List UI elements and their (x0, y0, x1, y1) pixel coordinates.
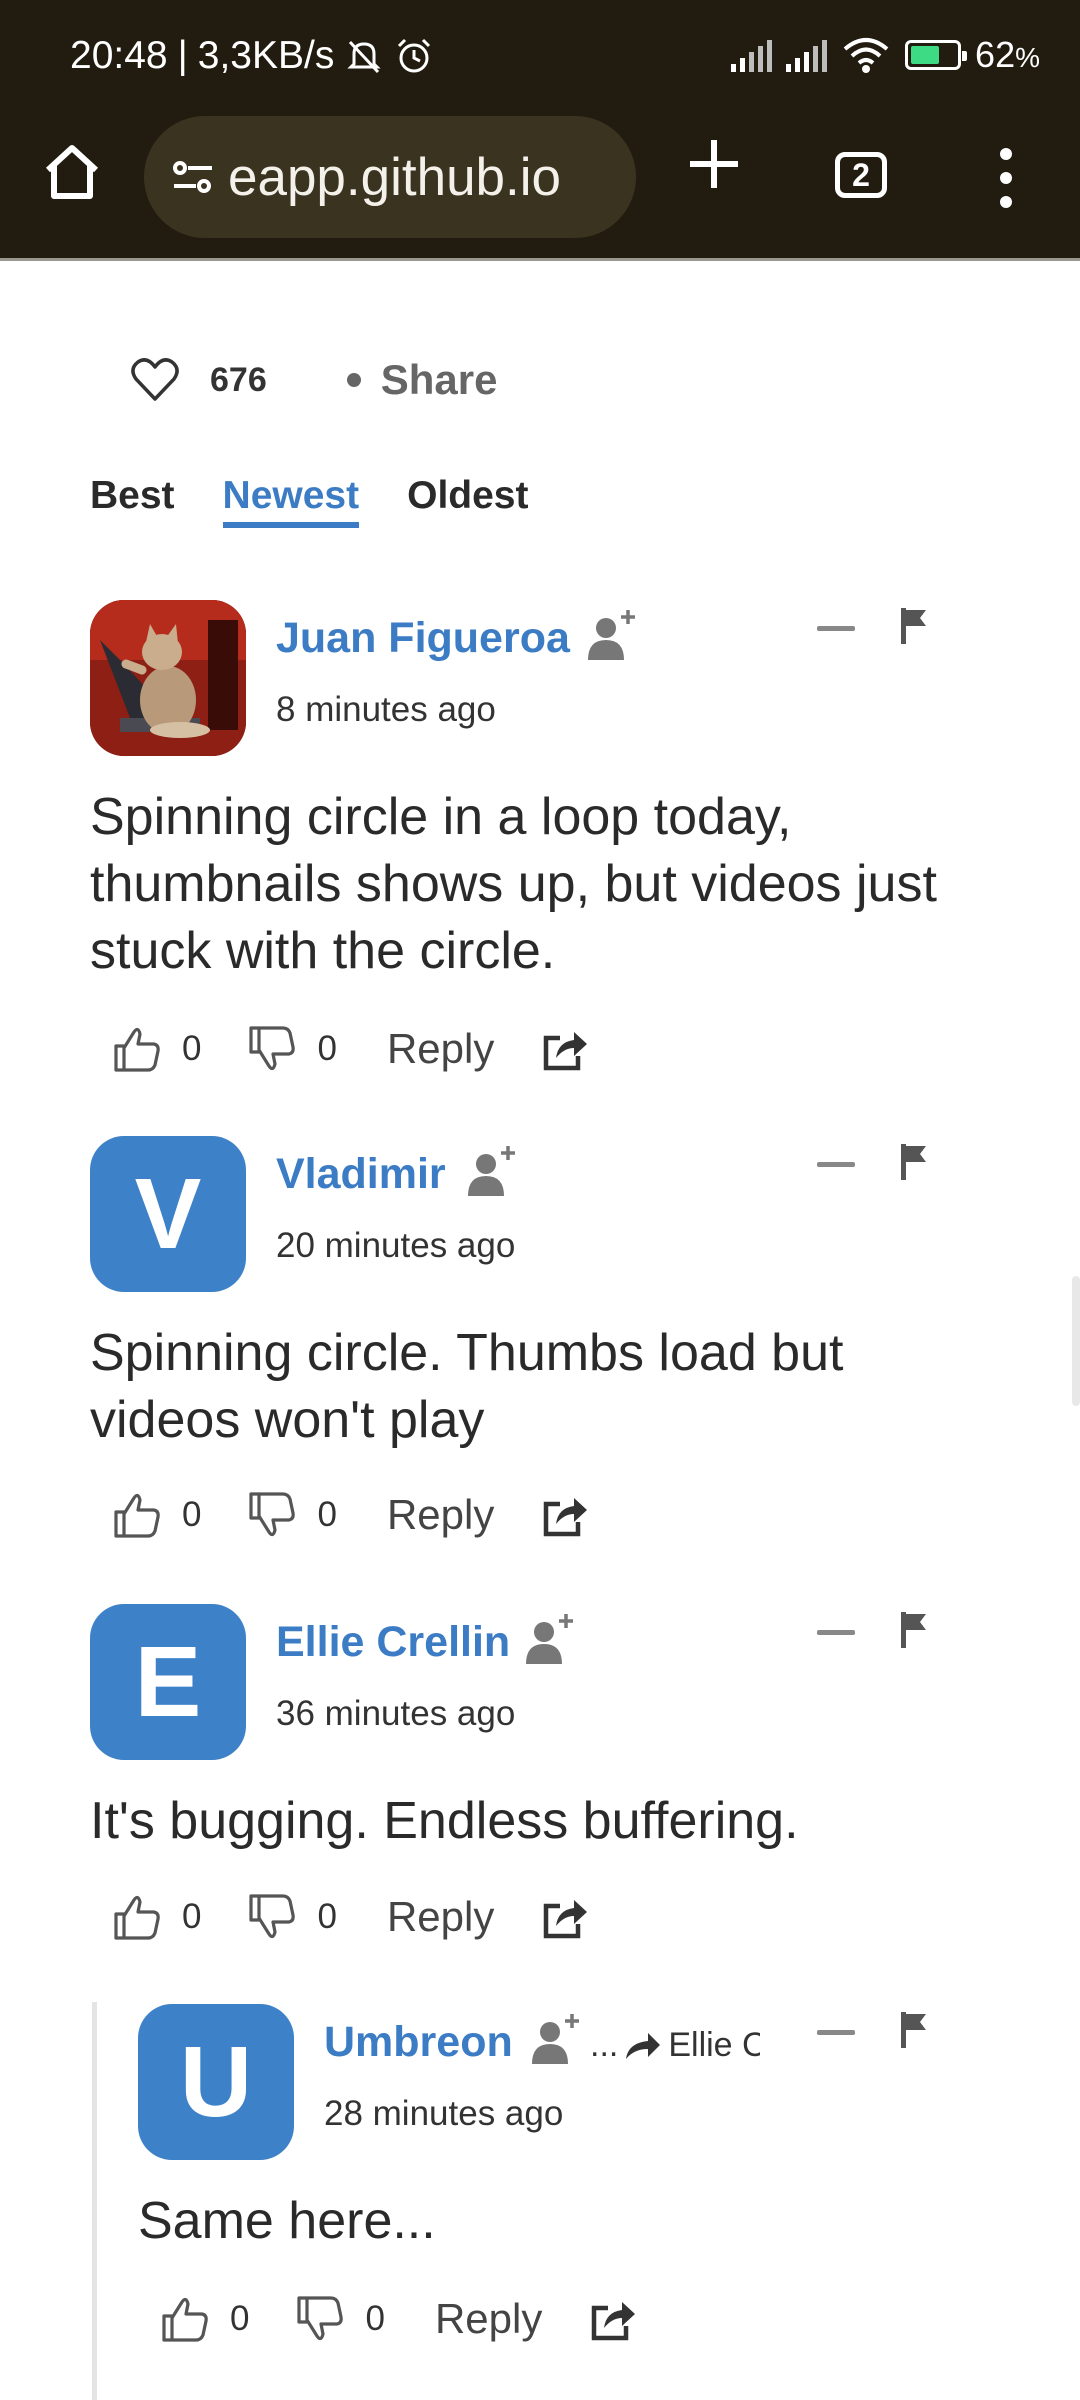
avatar[interactable] (90, 600, 246, 756)
thumbs-down-icon[interactable] (247, 1024, 297, 1074)
thumbs-up-icon[interactable] (112, 1490, 162, 1540)
comment-text: It's bugging. Endless buffering. (90, 1792, 799, 1850)
url-text[interactable]: eapp.github.io (228, 147, 561, 208)
collapse-button[interactable] (817, 626, 855, 631)
comment: V Vladimir 20 minutes ago Spinning circl… (90, 1136, 970, 1556)
signal-icon (731, 38, 773, 72)
comment-actions: 0 0 Reply (112, 1024, 590, 1074)
site-settings-icon[interactable] (168, 152, 218, 202)
comment-time[interactable]: 36 minutes ago (276, 1694, 515, 1734)
thumbs-down-icon[interactable] (295, 2294, 345, 2344)
battery-icon (905, 40, 968, 70)
in-reply-to[interactable]: ... Ellie C (590, 2026, 760, 2065)
avatar[interactable]: E (90, 1604, 246, 1760)
network-speed: 3,3KB/s (197, 34, 335, 77)
flag-icon[interactable] (898, 2010, 930, 2050)
reply-button[interactable]: Reply (387, 1025, 494, 1073)
reply-button[interactable]: Reply (435, 2295, 542, 2343)
reaction-row: 676 Share (130, 356, 497, 404)
bell-muted-icon (347, 40, 381, 74)
status-bar-left: 20:48 | 3,3KB/s (70, 34, 434, 78)
signal-icon (786, 38, 828, 72)
downvote-count: 0 (365, 2299, 385, 2338)
comment-actions: 0 0 Reply (112, 1490, 590, 1540)
flag-icon[interactable] (898, 1610, 930, 1650)
follow-user-icon[interactable] (464, 1142, 520, 1198)
status-bar-right: 62% (731, 34, 1040, 76)
comment-time[interactable]: 20 minutes ago (276, 1226, 515, 1266)
reply-button[interactable]: Reply (387, 1491, 494, 1539)
new-tab-icon[interactable] (682, 132, 746, 196)
upvote-count: 0 (230, 2299, 250, 2338)
comment-actions: 0 0 Reply (160, 2294, 638, 2344)
comment-time[interactable]: 28 minutes ago (324, 2094, 563, 2134)
wifi-icon (843, 38, 889, 73)
upvote-count: 0 (182, 1495, 202, 1534)
status-time: 20:48 (70, 34, 168, 77)
avatar[interactable]: V (90, 1136, 246, 1292)
share-button[interactable]: Share (381, 356, 498, 404)
comment-text: Same here... (138, 2192, 436, 2250)
collapse-button[interactable] (817, 2030, 855, 2035)
downvote-count: 0 (317, 1029, 337, 1068)
sort-tabs: Best Newest Oldest (90, 474, 528, 528)
browser-toolbar: eapp.github.io 2 (0, 112, 1080, 242)
separator-dot (346, 373, 361, 387)
address-bar[interactable]: eapp.github.io (144, 116, 636, 238)
share-icon[interactable] (540, 1492, 590, 1538)
reply-button[interactable]: Reply (387, 1893, 494, 1941)
tab-newest[interactable]: Newest (222, 474, 360, 528)
flag-icon[interactable] (898, 1142, 930, 1182)
alarm-icon (398, 38, 431, 73)
comment-author[interactable]: Juan Figueroa (276, 614, 570, 663)
tab-best[interactable]: Best (90, 474, 175, 528)
in-reply-author: Ellie C (668, 2026, 761, 2064)
share-icon[interactable] (588, 2296, 638, 2342)
thumbs-down-icon[interactable] (247, 1892, 297, 1942)
home-icon[interactable] (40, 140, 104, 204)
comment-author[interactable]: Vladimir (276, 1150, 446, 1199)
comment-actions: 0 0 Reply (112, 1892, 590, 1942)
tab-oldest[interactable]: Oldest (407, 474, 528, 528)
comment-time[interactable]: 8 minutes ago (276, 690, 496, 730)
browser-chrome: 20:48 | 3,3KB/s 62% eapp.github.io 2 (0, 0, 1080, 261)
comment: Juan Figueroa 8 minutes ago Spinning cir… (90, 600, 970, 1072)
upvote-count: 0 (182, 1029, 202, 1068)
comment-text: Spinning circle in a loop today, thumbna… (90, 788, 937, 980)
comment-author[interactable]: Umbreon (324, 2018, 513, 2067)
like-count: 676 (210, 360, 267, 399)
share-icon[interactable] (540, 1026, 590, 1072)
comment-text: Spinning circle. Thumbs load but videos … (90, 1324, 844, 1449)
follow-user-icon[interactable] (584, 606, 640, 662)
thumbs-up-icon[interactable] (112, 1024, 162, 1074)
upvote-count: 0 (182, 1897, 202, 1936)
comment-reply: U Umbreon ... Ellie C 28 minutes ago Sam… (138, 2004, 970, 2400)
in-reply-prefix: ... (590, 2026, 619, 2064)
comment: E Ellie Crellin 36 minutes ago It's bugg… (90, 1604, 970, 1984)
collapse-button[interactable] (817, 1162, 855, 1167)
thumbs-up-icon[interactable] (112, 1892, 162, 1942)
follow-user-icon[interactable] (528, 2010, 584, 2066)
battery-level: 62 (975, 34, 1016, 75)
tab-switcher-button[interactable]: 2 (835, 152, 887, 198)
follow-user-icon[interactable] (522, 1610, 578, 1666)
thumbs-up-icon[interactable] (160, 2294, 210, 2344)
more-menu-icon[interactable] (994, 148, 1018, 208)
flag-icon[interactable] (898, 606, 930, 646)
cat-photo-avatar (90, 600, 246, 756)
comment-author[interactable]: Ellie Crellin (276, 1618, 510, 1667)
thumbs-down-icon[interactable] (247, 1490, 297, 1540)
collapse-button[interactable] (817, 1630, 855, 1635)
scrollbar[interactable] (1072, 1276, 1080, 1406)
reply-arrow-icon (626, 2032, 661, 2059)
downvote-count: 0 (317, 1495, 337, 1534)
reply-thread-line (92, 2002, 97, 2400)
share-icon[interactable] (540, 1894, 590, 1940)
downvote-count: 0 (317, 1897, 337, 1936)
avatar[interactable]: U (138, 2004, 294, 2160)
heart-icon[interactable] (130, 357, 180, 403)
